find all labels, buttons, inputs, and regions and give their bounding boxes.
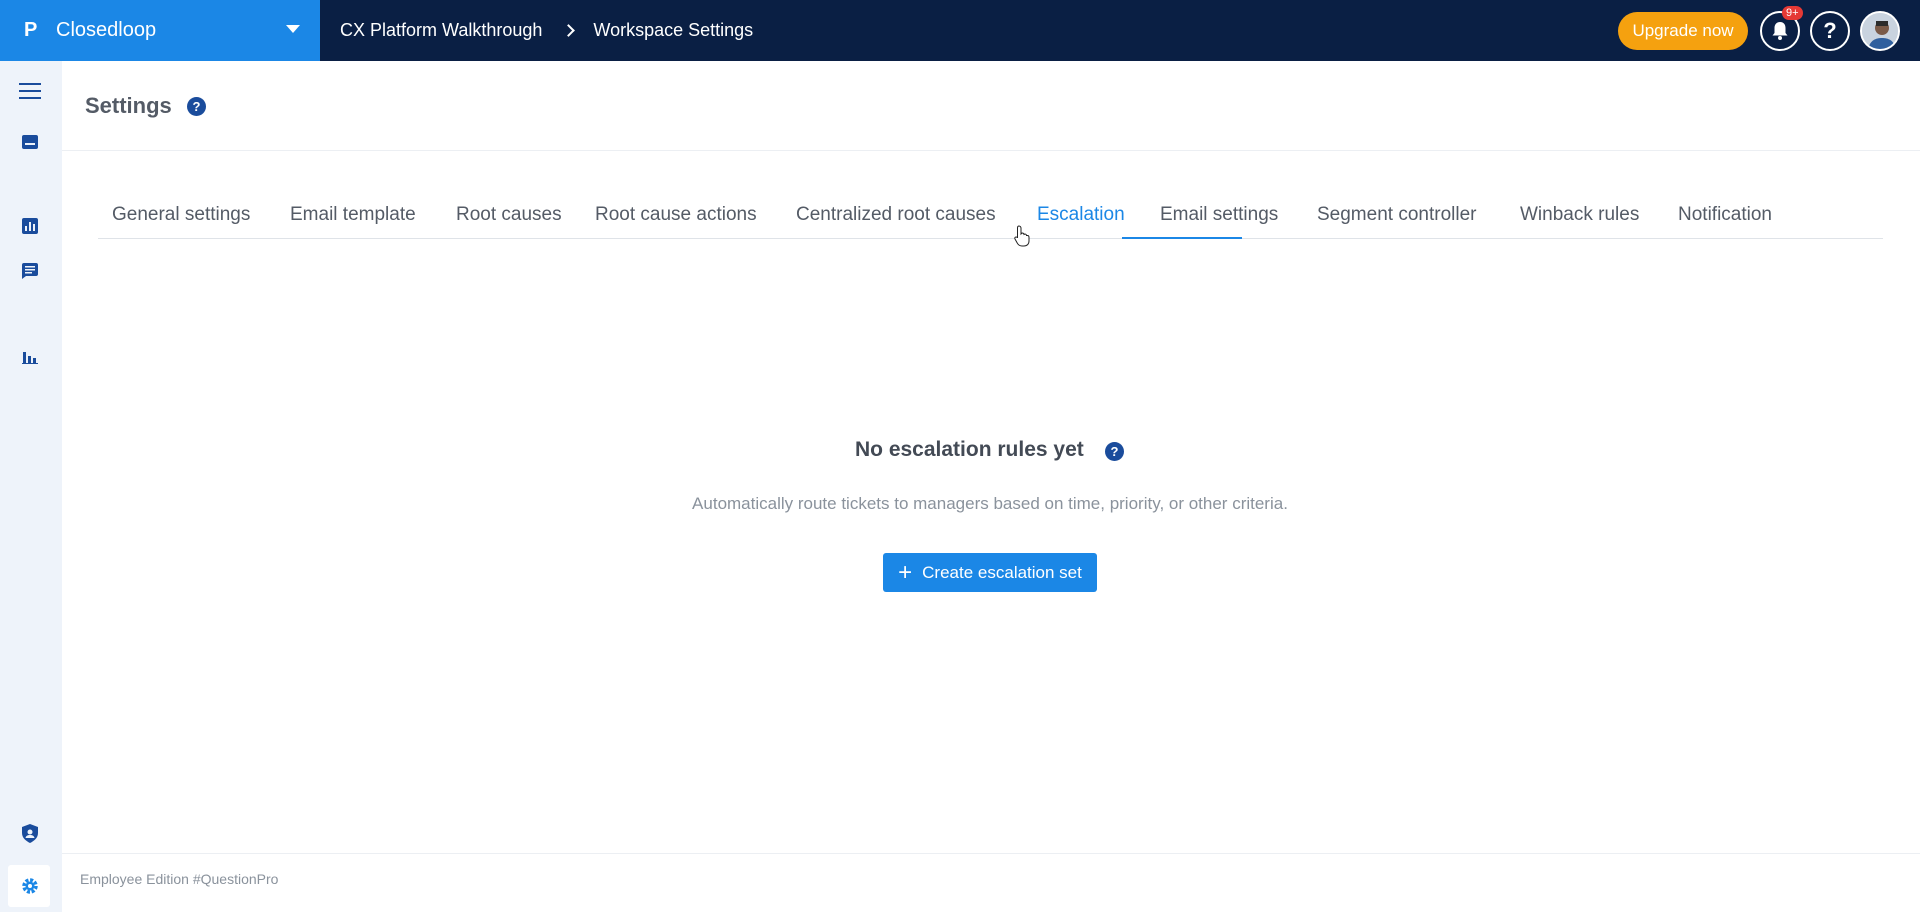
- tab-segment-controller[interactable]: Segment controller: [1317, 204, 1476, 226]
- empty-state-description: Automatically route tickets to managers …: [692, 494, 1288, 513]
- tab-winback-rules[interactable]: Winback rules: [1520, 204, 1639, 226]
- top-bar: P Closedloop CX Platform Walkthrough Wor…: [0, 0, 1920, 61]
- bell-icon: [1772, 22, 1788, 40]
- plus-icon: +: [898, 558, 913, 586]
- tab-escalation[interactable]: Escalation: [1037, 204, 1125, 226]
- chat-icon[interactable]: [16, 257, 44, 285]
- footer: Employee Edition #QuestionPro: [62, 853, 1920, 912]
- empty-state-title: No escalation rules yet: [855, 438, 1084, 461]
- breadcrumb-item-current: Workspace Settings: [593, 20, 754, 40]
- admin-shield-icon[interactable]: [16, 819, 44, 847]
- settings-gear-icon[interactable]: [16, 872, 44, 900]
- chevron-right-icon: [562, 24, 576, 37]
- brand-name: Closedloop: [56, 19, 157, 41]
- footer-text: Employee Edition #QuestionPro: [80, 871, 279, 887]
- tab-general-settings[interactable]: General settings: [112, 204, 250, 226]
- help-button[interactable]: ?: [1810, 11, 1850, 51]
- help-circle-icon[interactable]: ?: [187, 97, 206, 116]
- create-escalation-set-label: Create escalation set: [922, 562, 1082, 582]
- breadcrumb-item-project[interactable]: CX Platform Walkthrough: [340, 20, 542, 41]
- menu-icon[interactable]: [16, 77, 44, 105]
- brand-logo: P: [24, 19, 38, 41]
- tab-root-causes[interactable]: Root causes: [456, 204, 562, 226]
- tab-notification[interactable]: Notification: [1678, 204, 1772, 226]
- report-icon[interactable]: [16, 212, 44, 240]
- tab-root-cause-actions[interactable]: Root cause actions: [595, 204, 757, 226]
- page-title: Settings: [85, 93, 172, 118]
- active-tab-indicator: [1122, 237, 1242, 239]
- tab-email-template[interactable]: Email template: [290, 204, 416, 226]
- user-photo-icon: [1862, 13, 1898, 49]
- question-icon: ?: [1823, 18, 1837, 43]
- caret-down-icon: [286, 25, 300, 33]
- inbox-icon[interactable]: [16, 128, 44, 156]
- help-circle-icon[interactable]: ?: [1105, 442, 1124, 461]
- bar-chart-icon[interactable]: [16, 342, 44, 370]
- workspace-switcher[interactable]: P Closedloop: [0, 0, 320, 61]
- create-escalation-set-button[interactable]: + Create escalation set: [883, 553, 1097, 592]
- breadcrumb: CX Platform Walkthrough Workspace Settin…: [340, 0, 753, 61]
- sidebar: [0, 61, 62, 912]
- avatar[interactable]: [1860, 11, 1900, 51]
- tab-email-settings[interactable]: Email settings: [1160, 204, 1278, 226]
- notification-badge: 9+: [1782, 6, 1803, 20]
- settings-tabs: General settings Email template Root cau…: [98, 196, 1883, 239]
- hand-cursor-icon: [1014, 225, 1030, 247]
- page-header: Settings ?: [62, 61, 1920, 151]
- upgrade-button[interactable]: Upgrade now: [1618, 12, 1748, 50]
- tab-centralized-root-causes[interactable]: Centralized root causes: [796, 204, 996, 226]
